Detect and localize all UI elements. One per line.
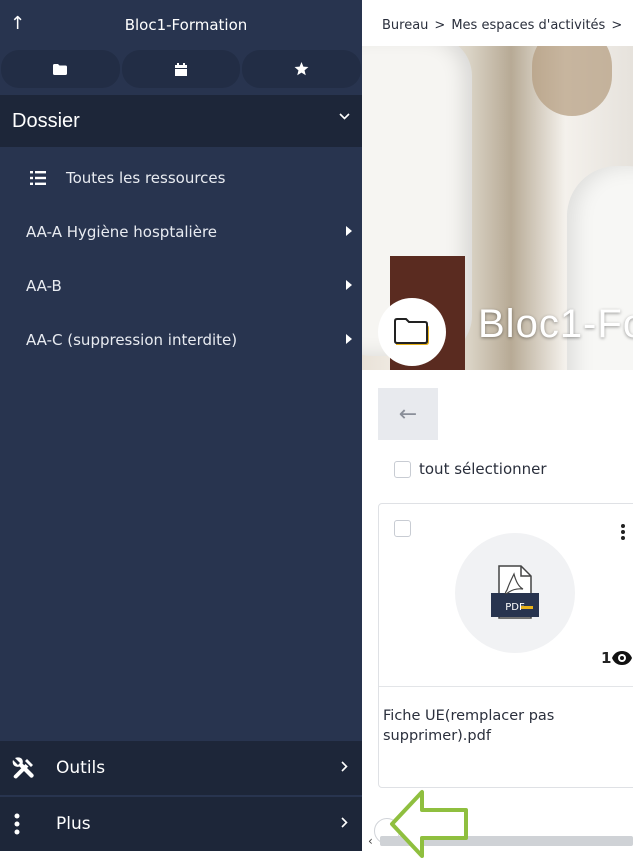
breadcrumb-separator: > (611, 18, 623, 33)
pdf-file-icon: PDF (491, 565, 539, 619)
folder-label: AA-C (suppression interdite) (26, 331, 238, 349)
pdf-thumbnail: PDF (455, 533, 575, 653)
calendar-icon (175, 62, 187, 76)
sidebar-item-tools[interactable]: Outils (0, 741, 362, 795)
scroll-left-icon[interactable]: ‹ (368, 834, 373, 848)
sidebar-item-folder[interactable]: AA-B (0, 266, 362, 306)
chevron-down-icon (339, 113, 350, 120)
folder-icon (53, 63, 68, 75)
caret-right-icon (346, 280, 352, 290)
breadcrumb-item-bureau[interactable]: Bureau (382, 18, 428, 33)
tab-calendar[interactable] (121, 50, 241, 88)
select-all-checkbox[interactable] (394, 460, 411, 478)
banner-title: Bloc1-Formation (478, 302, 633, 346)
views-number: 1 (601, 649, 612, 667)
file-name[interactable]: Fiche UE(remplacer pas supprimer).pdf (383, 706, 603, 746)
chevron-right-icon (341, 817, 348, 828)
star-icon (294, 62, 309, 76)
folder-section-header[interactable]: Dossier (0, 95, 362, 147)
sidebar-topbar: ↑ Bloc1-Formation (0, 0, 362, 52)
caret-right-icon (346, 334, 352, 344)
folder-label: AA-A Hygiène hosptalière (26, 223, 218, 241)
all-resources-label: Toutes les ressources (66, 169, 226, 187)
sidebar-title: Bloc1-Formation (124, 16, 248, 34)
breadcrumb-item-espaces[interactable]: Mes espaces d'activités (451, 18, 605, 33)
breadcrumb-separator: > (434, 18, 446, 33)
sidebar-item-more[interactable]: Plus (0, 797, 362, 851)
select-all-label: tout sélectionner (419, 460, 547, 478)
eye-icon (612, 651, 633, 665)
annotation-arrow-icon (390, 790, 468, 858)
file-card[interactable]: PDF 1 Fiche UE(remplacer pas supprimer).… (378, 503, 633, 788)
sidebar-item-folder[interactable]: AA-C (suppression interdite) (0, 320, 362, 360)
folder-icon (394, 318, 429, 345)
breadcrumb: Bureau > Mes espaces d'activités > (382, 18, 628, 33)
all-resources-item[interactable]: Toutes les ressources (0, 158, 362, 198)
views-count: 1 (601, 649, 633, 667)
more-label: Plus (56, 814, 91, 834)
up-arrow-icon[interactable]: ↑ (10, 13, 25, 34)
tab-folders[interactable] (1, 50, 120, 88)
more-vertical-icon (14, 813, 20, 835)
main-content: Bureau > Mes espaces d'activités > Bloc1-Fo… (362, 0, 633, 868)
kebab-menu-icon[interactable] (621, 524, 625, 542)
select-all[interactable]: tout sélectionner (394, 460, 547, 478)
tools-icon (12, 757, 34, 779)
sidebar: ↑ Bloc1-Formation Dossier Toutes les res… (0, 0, 362, 851)
sidebar-tabs (0, 50, 362, 90)
file-checkbox[interactable] (394, 520, 411, 537)
tab-favorites[interactable] (242, 50, 362, 88)
tools-label: Outils (56, 758, 106, 778)
list-icon (30, 171, 46, 185)
sidebar-item-folder[interactable]: AA-A Hygiène hosptalière (0, 212, 362, 252)
section-label: Dossier (12, 109, 80, 132)
folder-label: AA-B (26, 277, 62, 295)
back-button[interactable]: ← (378, 388, 438, 440)
folder-badge (378, 298, 446, 366)
chevron-right-icon (341, 761, 348, 772)
caret-right-icon (346, 226, 352, 236)
